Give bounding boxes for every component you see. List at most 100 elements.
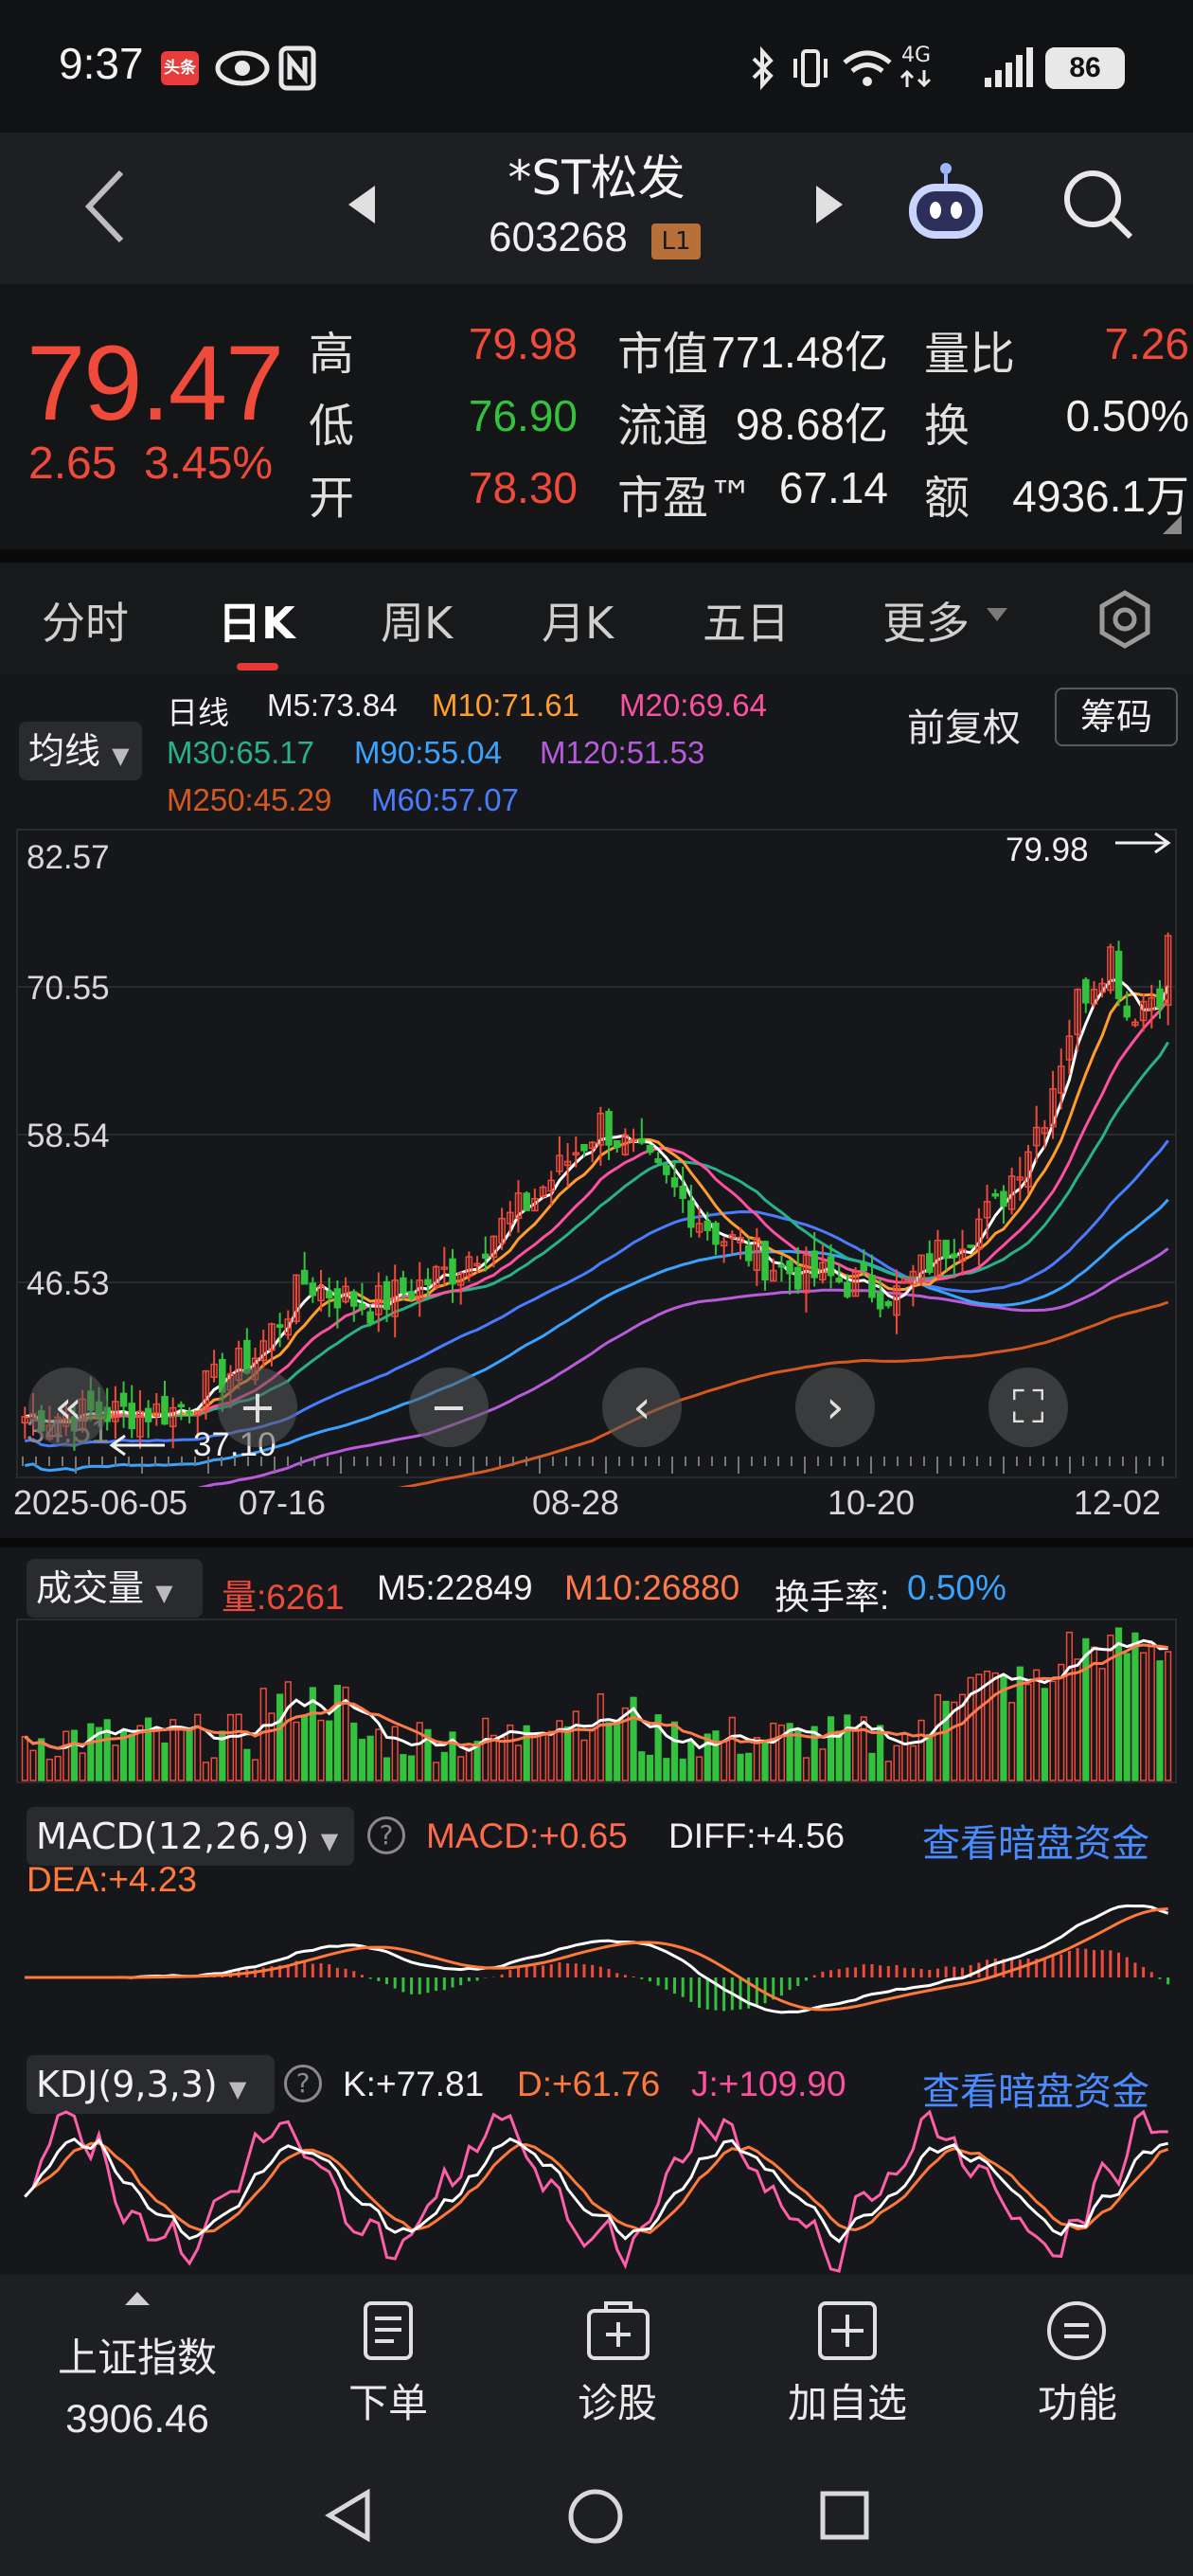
candle-body [646,1145,654,1154]
nav-back-icon[interactable] [322,2487,375,2544]
volume-bar [844,1714,851,1781]
zoom-out-button[interactable]: − [409,1368,489,1447]
tab-daily-k[interactable]: 日K [218,589,295,652]
candle-body [333,1288,342,1309]
volume-bar [465,1746,472,1781]
chip-button[interactable]: 筹码 [1055,688,1178,746]
volume-bar [802,1757,810,1781]
tab-five-day[interactable]: 五日 [703,589,790,652]
diagnose-icon[interactable] [585,2299,651,2362]
add-watchlist-button[interactable]: 加自选 [772,2371,923,2429]
volume-bar [251,1759,259,1781]
volume-bar [1058,1663,1065,1781]
y-tick-1: 82.57 [27,839,110,876]
volume-bar [243,1748,251,1781]
volume-bar [614,1719,621,1781]
volume-bar [366,1735,374,1781]
search-icon[interactable] [1060,167,1136,242]
scroll-right-button[interactable]: › [795,1368,875,1447]
volume-bar [737,1753,744,1781]
scroll-left-fast-button[interactable]: « [28,1368,108,1447]
volume-bar [819,1748,827,1781]
kdj-j: J:+109.90 [691,2065,846,2103]
back-icon[interactable] [81,167,129,246]
dark-pool-link[interactable]: 查看暗盘资金 [922,1813,1149,1868]
tab-weekly-k[interactable]: 周K [381,589,453,652]
candle-body [350,1291,358,1307]
candle-body [670,1177,679,1188]
volume-m10: M10:26880 [564,1568,740,1607]
divider [0,1538,1193,1547]
low-label: 低 [309,400,355,453]
market-cap-value: 771.48亿 [711,328,888,377]
turnover-rate-value: 0.50% [907,1568,1006,1607]
candle-body [309,1282,317,1297]
fullscreen-button[interactable]: ⛶ [988,1368,1068,1447]
volume-bar [580,1739,588,1781]
volume-chart[interactable] [0,1618,1193,1784]
ai-assistant-icon[interactable] [903,161,988,246]
more-caret-icon[interactable] [985,606,1009,623]
stock-name: *ST松发 [507,151,686,206]
function-button[interactable]: 功能 [1002,2371,1153,2429]
help-icon[interactable]: ? [284,2065,322,2102]
ma-selector[interactable]: 均线 ▼ [19,722,142,780]
date-label-1: 2025-06-05 [13,1483,188,1522]
order-icon[interactable] [360,2299,417,2362]
index-name[interactable]: 上证指数 [47,2326,227,2384]
zoom-in-button[interactable]: + [218,1368,297,1447]
tab-intraday[interactable]: 分时 [42,589,129,652]
macd-selector[interactable]: MACD(12,26,9) ▼ [27,1807,354,1866]
candle-body [860,1261,868,1272]
diagnose-button[interactable]: 诊股 [542,2371,693,2429]
volume-selector[interactable]: 成交量 ▼ [27,1559,203,1618]
volume-bar [226,1713,235,1781]
prev-stock-icon[interactable] [345,182,379,227]
nav-recents-icon[interactable] [818,2489,871,2542]
kdj-selector[interactable]: KDJ(9,3,3) ▼ [27,2055,275,2114]
candle-body [1123,1005,1131,1018]
candle-body [679,1185,686,1199]
macd-chart[interactable] [0,1864,1193,2044]
volume-bar [358,1739,366,1781]
help-icon[interactable]: ? [367,1816,405,1854]
candle-body [777,1263,786,1268]
nav-home-icon[interactable] [566,2487,625,2546]
tab-more[interactable]: 更多 [882,589,970,652]
volume-bar [745,1752,753,1781]
volume-bar [1082,1637,1090,1781]
settings-icon[interactable] [1095,589,1155,650]
volume-bar [877,1725,884,1781]
volume-bar [901,1733,909,1781]
data-arrows-icon [899,69,932,88]
candle-body [663,1165,670,1175]
function-icon[interactable] [1045,2299,1108,2362]
candle-body [638,1137,646,1144]
scroll-left-button[interactable]: ‹ [602,1368,682,1447]
add-watchlist-icon[interactable] [816,2299,879,2362]
volume-selector-label: 成交量 [36,1567,145,1609]
volume-bar [991,1672,999,1781]
volume-bar [194,1713,202,1781]
ma-m90: M90:55.04 [354,735,502,770]
network-4g-icon: 4G [901,44,932,67]
adjust-mode-button[interactable]: 前复权 [907,697,1021,752]
ma-line-m5 [25,977,1170,1423]
order-button[interactable]: 下单 [312,2371,464,2429]
expand-corner-icon[interactable] [1163,515,1182,534]
candle-body [523,1192,530,1211]
volume-bar [687,1741,695,1781]
volume-bar [860,1716,867,1781]
expand-up-icon[interactable] [123,2290,151,2307]
candle-body [794,1266,802,1290]
volume-bar [531,1733,539,1781]
next-stock-icon[interactable] [812,182,846,227]
candle-body [991,1192,1000,1197]
candle-body [424,1279,432,1286]
volume-bar [827,1716,835,1781]
volume-ma5-line [24,1638,1168,1752]
tab-monthly-k[interactable]: 月K [542,589,614,652]
turnover-rate-label: 换手率: [775,1578,890,1617]
kdj-chart[interactable] [0,2108,1193,2275]
candle-body [144,1407,152,1422]
